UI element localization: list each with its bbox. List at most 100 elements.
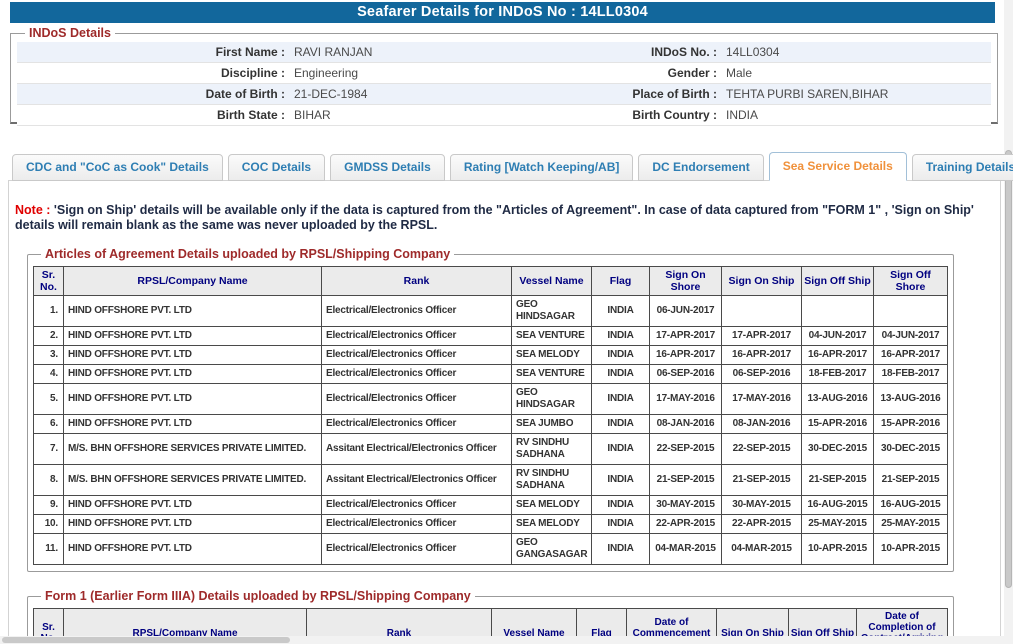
table-cell: 18-FEB-2017 [874,365,948,384]
field-value: 14LL0304 [717,45,991,59]
table-cell: Electrical/Electronics Officer [322,496,512,515]
table-row: 6.HIND OFFSHORE PVT. LTDElectrical/Elect… [34,415,948,434]
indos-details-section: INDoS Details First Name :RAVI RANJANIND… [10,26,998,124]
tab-sea-service-details[interactable]: Sea Service Details [769,152,907,181]
table-cell: 4. [34,365,64,384]
header-row: Sr. No.RPSL/Company NameRankVessel NameF… [34,267,948,296]
table-cell: INDIA [592,296,650,327]
field-value: INDIA [717,108,991,122]
table-cell: HIND OFFSHORE PVT. LTD [64,327,322,346]
table-cell: GEO HINDSAGAR [512,296,592,327]
table-cell: 30-DEC-2015 [874,434,948,465]
table-cell: 08-JAN-2016 [722,415,802,434]
table-cell: 30-MAY-2015 [722,496,802,515]
horizontal-scrollbar-thumb[interactable] [2,637,290,643]
articles-table-head: Sr. No.RPSL/Company NameRankVessel NameF… [34,267,948,296]
table-cell: 16-AUG-2015 [802,496,874,515]
table-cell [874,296,948,327]
column-header: Sign On Shore [650,267,722,296]
field-value: TEHTA PURBI SAREN,BIHAR [717,87,991,101]
tab-rating-watch-keeping-ab[interactable]: Rating [Watch Keeping/AB] [450,154,634,181]
indos-row: First Name :RAVI RANJANINDoS No. :14LL03… [17,42,991,63]
table-cell: 16-APR-2017 [650,346,722,365]
table-row: 2.HIND OFFSHORE PVT. LTDElectrical/Elect… [34,327,948,346]
column-header: Sign On Ship [722,267,802,296]
form1-legend: Form 1 (Earlier Form IIIA) Details uploa… [41,589,475,603]
table-cell: 13-AUG-2016 [874,384,948,415]
table-cell: HIND OFFSHORE PVT. LTD [64,496,322,515]
table-cell: 16-APR-2017 [722,346,802,365]
table-cell: HIND OFFSHORE PVT. LTD [64,365,322,384]
vertical-scrollbar[interactable] [1004,0,1013,644]
table-cell: 15-APR-2016 [874,415,948,434]
tab-training-details[interactable]: Training Details [912,154,1013,181]
table-cell: 04-JUN-2017 [802,327,874,346]
column-header: Sr. No. [34,267,64,296]
table-cell: 5. [34,384,64,415]
articles-legend: Articles of Agreement Details uploaded b… [41,247,454,261]
field-label: Birth State : [17,108,285,122]
table-cell: SEA MELODY [512,346,592,365]
table-cell: 25-MAY-2015 [874,515,948,534]
field-value: BIHAR [285,108,605,122]
table-row: 11.HIND OFFSHORE PVT. LTDElectrical/Elec… [34,534,948,565]
table-cell: Electrical/Electronics Officer [322,534,512,565]
tab-gmdss-details[interactable]: GMDSS Details [330,154,445,181]
table-cell: INDIA [592,327,650,346]
table-cell: INDIA [592,496,650,515]
table-cell: 18-FEB-2017 [802,365,874,384]
column-header: Flag [592,267,650,296]
table-cell: SEA VENTURE [512,327,592,346]
tab-cdc-and-coc-as-cook-details[interactable]: CDC and "CoC as Cook" Details [12,154,223,181]
table-cell: Electrical/Electronics Officer [322,515,512,534]
table-cell: 2. [34,327,64,346]
table-cell: 22-SEP-2015 [650,434,722,465]
table-cell: Assitant Electrical/Electronics Officer [322,465,512,496]
vertical-scrollbar-thumb[interactable] [1005,150,1012,588]
horizontal-scrollbar[interactable] [0,636,1004,644]
table-row: 9.HIND OFFSHORE PVT. LTDElectrical/Elect… [34,496,948,515]
table-cell: INDIA [592,415,650,434]
table-cell: Electrical/Electronics Officer [322,415,512,434]
indos-rows: First Name :RAVI RANJANINDoS No. :14LL03… [17,42,991,126]
table-cell: HIND OFFSHORE PVT. LTD [64,346,322,365]
table-cell: 11. [34,534,64,565]
field-label: Gender : [605,66,717,80]
note-label: Note : [15,203,50,217]
page-title: Seafarer Details for INDoS No : 14LL0304 [10,2,995,23]
table-cell: M/S. BHN OFFSHORE SERVICES PRIVATE LIMIT… [64,434,322,465]
column-header: Sign Off Ship [802,267,874,296]
table-cell: 1. [34,296,64,327]
indos-row: Date of Birth :21-DEC-1984Place of Birth… [17,84,991,105]
articles-table-body: 1.HIND OFFSHORE PVT. LTDElectrical/Elect… [34,296,948,565]
table-cell: INDIA [592,534,650,565]
table-cell: 04-JUN-2017 [874,327,948,346]
table-cell: RV SINDHU SADHANA [512,465,592,496]
table-cell: HIND OFFSHORE PVT. LTD [64,415,322,434]
table-cell: Electrical/Electronics Officer [322,327,512,346]
table-row: 4.HIND OFFSHORE PVT. LTDElectrical/Elect… [34,365,948,384]
table-cell: 22-SEP-2015 [722,434,802,465]
table-cell [722,296,802,327]
indos-row: Discipline :EngineeringGender :Male [17,63,991,84]
table-cell: 3. [34,346,64,365]
tab-dc-endorsement[interactable]: DC Endorsement [638,154,763,181]
table-cell: Electrical/Electronics Officer [322,296,512,327]
table-row: 1.HIND OFFSHORE PVT. LTDElectrical/Elect… [34,296,948,327]
table-cell: 22-APR-2015 [650,515,722,534]
table-cell: 21-SEP-2015 [802,465,874,496]
field-label: INDoS No. : [605,45,717,59]
field-label: First Name : [17,45,285,59]
column-header: Rank [322,267,512,296]
note-body: 'Sign on Ship' details will be available… [15,203,974,232]
table-cell: RV SINDHU SADHANA [512,434,592,465]
articles-of-agreement-section: Articles of Agreement Details uploaded b… [27,247,954,572]
table-row: 7.M/S. BHN OFFSHORE SERVICES PRIVATE LIM… [34,434,948,465]
table-cell: 22-APR-2015 [722,515,802,534]
table-cell: INDIA [592,365,650,384]
table-cell: 04-MAR-2015 [722,534,802,565]
table-cell: 8. [34,465,64,496]
table-cell: SEA MELODY [512,496,592,515]
field-label: Place of Birth : [605,87,717,101]
tab-coc-details[interactable]: COC Details [228,154,325,181]
